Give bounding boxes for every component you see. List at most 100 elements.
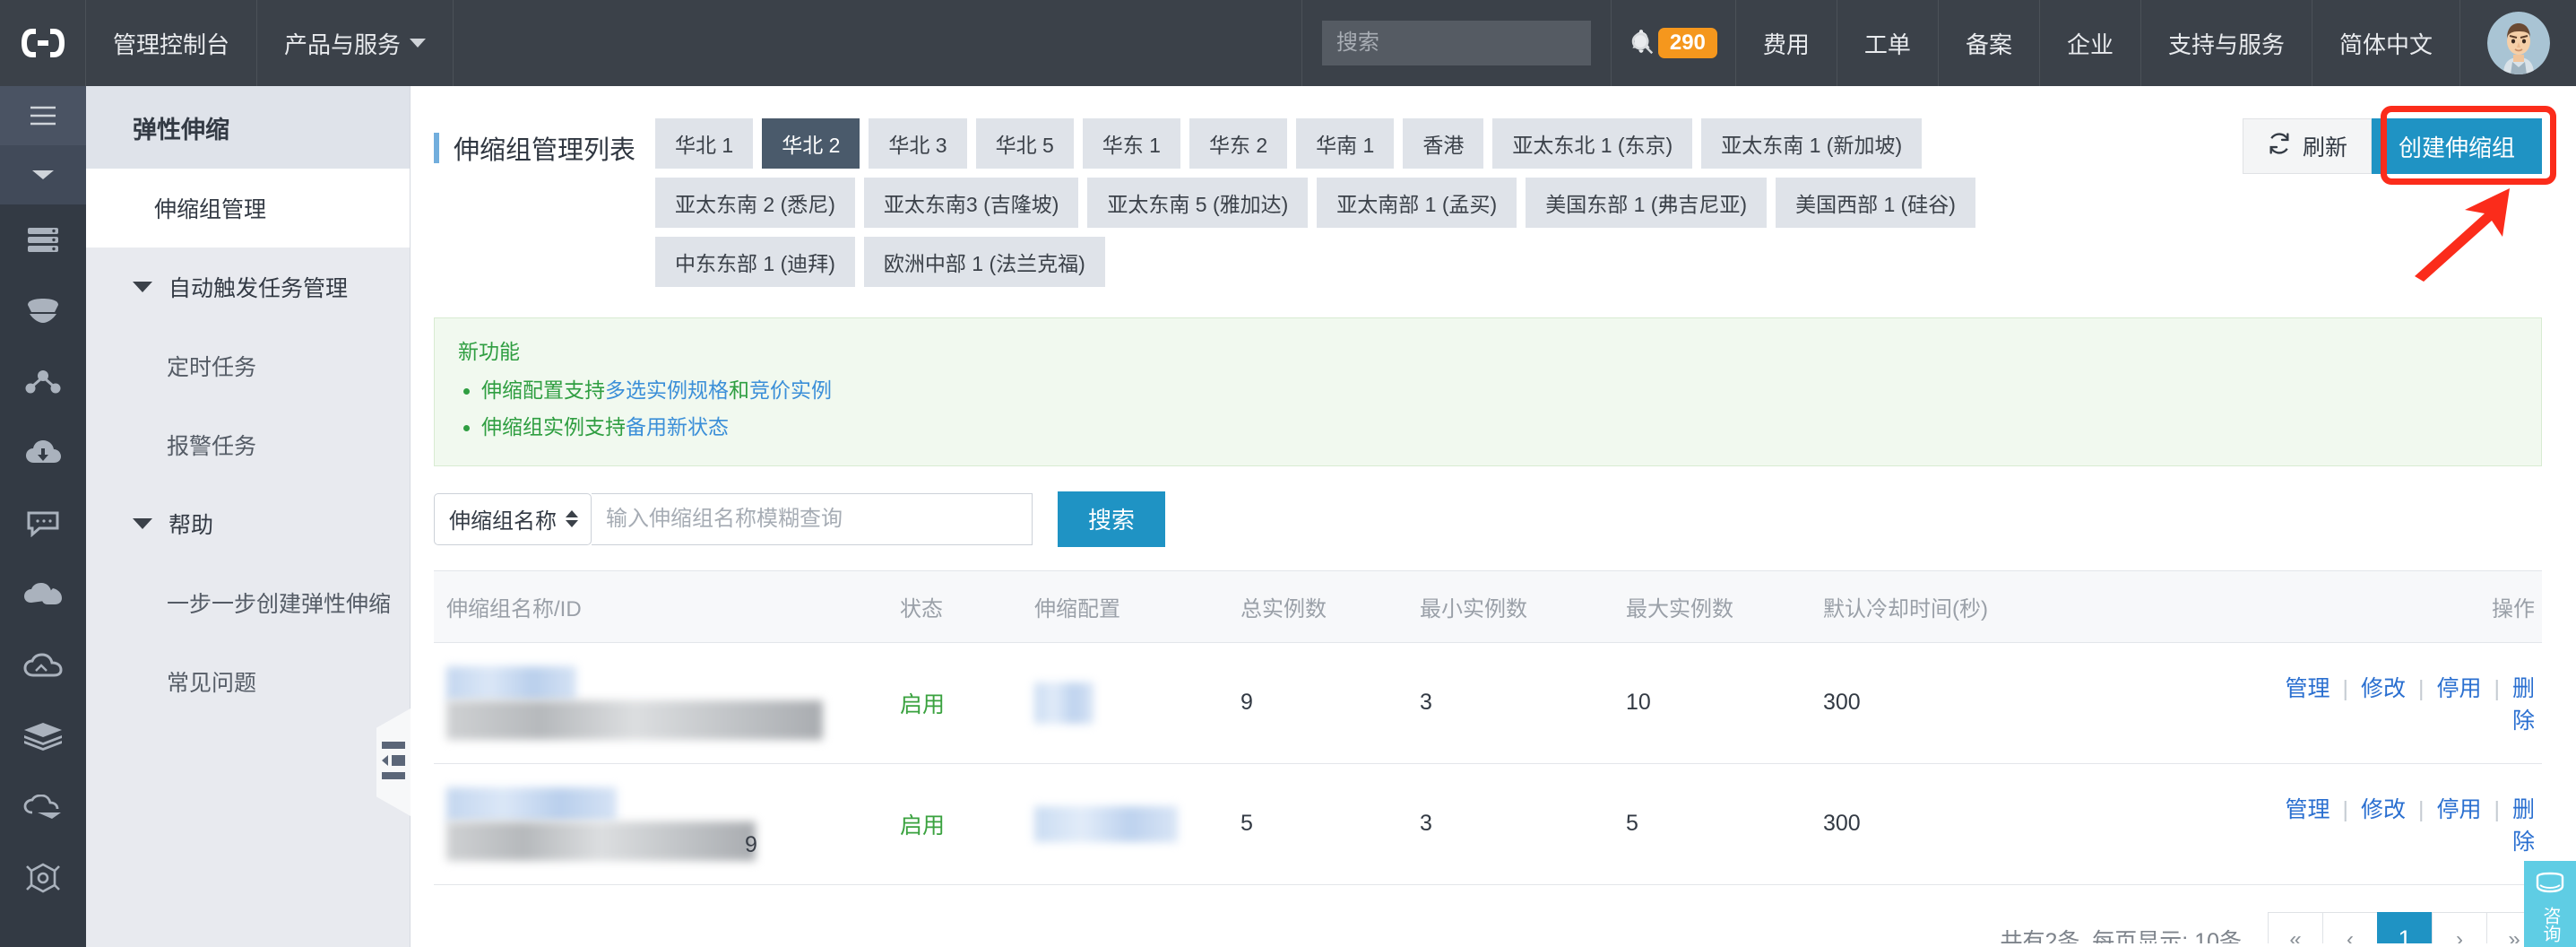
region-tab[interactable]: 亚太东北 1 (东京) [1492, 118, 1693, 169]
region-tab[interactable]: 华北 1 [655, 118, 754, 169]
rail-collapse-toggle[interactable] [0, 145, 86, 204]
global-search-box[interactable] [1321, 21, 1653, 65]
sidebar-group-auto-trigger-tasks[interactable]: 自动触发任务管理 [86, 248, 410, 326]
cell-scaling-config[interactable] [1034, 642, 1240, 764]
search-icon[interactable] [1629, 21, 1655, 65]
hamburger-menu-icon[interactable] [0, 86, 86, 145]
pagination-prev[interactable]: ‹ [2322, 911, 2378, 947]
region-tab[interactable]: 华北 5 [975, 118, 1074, 169]
refresh-button[interactable]: 刷新 [2242, 118, 2372, 174]
region-tab[interactable]: 亚太东南3 (吉隆坡) [863, 178, 1079, 228]
redacted-config [1034, 805, 1178, 842]
region-tab-label: 华北 5 [995, 134, 1054, 157]
region-tab[interactable]: 美国西部 1 (硅谷) [1776, 178, 1975, 228]
status-badge: 启用 [900, 812, 946, 838]
avatar [2486, 12, 2550, 74]
cell-name-id[interactable]: 9 [434, 763, 900, 885]
network-nodes-icon[interactable] [0, 346, 86, 417]
notice-link-standby-state[interactable]: 备用新状态 [626, 415, 729, 439]
filter-field-select[interactable]: 伸缩组名称 [434, 492, 592, 545]
region-tab[interactable]: 华东 2 [1189, 118, 1288, 169]
filter-search-button[interactable]: 搜索 [1058, 491, 1166, 547]
col-min: 最小实例数 [1420, 570, 1626, 643]
nav-management-console[interactable]: 管理控制台 [86, 0, 258, 86]
sidebar-item-alarm-task[interactable]: 报警任务 [86, 405, 410, 484]
op-delete-link[interactable]: 删除 [2512, 676, 2535, 734]
op-modify-link[interactable]: 修改 [2361, 676, 2406, 701]
col-total: 总实例数 [1240, 570, 1420, 643]
region-tab-label: 中东东部 1 (迪拜) [675, 252, 835, 275]
message-bubble-icon[interactable] [0, 488, 86, 559]
pagination-page-1[interactable]: 1 [2377, 911, 2433, 947]
notice-item-pre: 伸缩配置支持 [481, 378, 605, 402]
cloud-network-icon[interactable] [0, 559, 86, 630]
region-tab[interactable]: 华东 1 [1082, 118, 1180, 169]
sidebar-item-scaling-group[interactable]: 伸缩组管理 [86, 169, 410, 248]
nav-item-tickets[interactable]: 工单 [1837, 0, 1939, 86]
nav-item-support[interactable]: 支持与服务 [2141, 0, 2312, 86]
database-icon[interactable] [0, 275, 86, 346]
region-tab[interactable]: 亚太东南 1 (新加坡) [1701, 118, 1923, 169]
nav-item-language-label: 简体中文 [2338, 30, 2433, 58]
table-header: 伸缩组名称/ID 状态 伸缩配置 总实例数 最小实例数 最大实例数 默认冷却时间… [434, 570, 2542, 643]
feedback-float-widget[interactable]: 咨询 [2524, 861, 2576, 947]
notice-link-spot-instance[interactable]: 竞价实例 [749, 378, 832, 402]
op-separator: | [2342, 796, 2348, 822]
table-body: 启用 9 3 10 300 管理 | 修改 | 停用 | 删除 9 启用 5 3 5 300 管理 | 修改 | 停用 | 删除 [434, 642, 2542, 885]
cloud-upload-icon[interactable] [0, 417, 86, 488]
search-input[interactable] [1321, 21, 1629, 65]
region-tab[interactable]: 亚太东南 5 (雅加达) [1087, 178, 1309, 228]
op-delete-link[interactable]: 删除 [2512, 797, 2535, 855]
region-tab[interactable]: 美国东部 1 (弗吉尼亚) [1526, 178, 1768, 228]
notice-link-multi-spec[interactable]: 多选实例规格 [605, 378, 729, 402]
cloud-outline-icon[interactable] [0, 630, 86, 700]
op-disable-link[interactable]: 停用 [2436, 797, 2481, 822]
page-title: 伸缩组管理列表 [434, 118, 635, 167]
pagination-first[interactable]: « [2268, 911, 2323, 947]
region-tab[interactable]: 亚太东南 2 (悉尼) [655, 178, 855, 228]
sidebar-item-step-by-step[interactable]: 一步一步创建弹性伸缩 [86, 563, 410, 642]
region-tab[interactable]: 华北 2 [762, 118, 860, 169]
region-tab[interactable]: 欧洲中部 1 (法兰克福) [863, 237, 1105, 287]
cell-name-id[interactable] [434, 642, 900, 764]
feedback-cloud-icon [2532, 872, 2568, 901]
layers-icon[interactable] [0, 700, 86, 771]
region-tab[interactable]: 华南 1 [1296, 118, 1395, 169]
op-manage-link[interactable]: 管理 [2285, 676, 2330, 701]
product-sidebar: 弹性伸缩 伸缩组管理 自动触发任务管理 定时任务 报警任务 帮助 一步一步创建弹… [86, 86, 411, 947]
region-tab-label: 华东 1 [1102, 134, 1161, 157]
redacted-config [1034, 682, 1094, 724]
create-scaling-group-button[interactable]: 创建伸缩组 [2371, 118, 2542, 174]
sidebar-group-help[interactable]: 帮助 [86, 484, 410, 563]
notice-item-mid: 和 [729, 378, 749, 402]
brand-logo[interactable] [0, 0, 86, 86]
region-tab[interactable]: 亚太南部 1 (孟买) [1317, 178, 1517, 228]
filter-keyword-input[interactable] [592, 492, 1033, 545]
user-account-menu[interactable] [2460, 0, 2576, 86]
topbar-spacer [454, 0, 1302, 86]
redacted-name-id: 9 [446, 786, 900, 861]
cell-scaling-config[interactable] [1034, 763, 1240, 885]
nav-item-billing[interactable]: 费用 [1736, 0, 1837, 86]
sidebar-item-step-by-step-label: 一步一步创建弹性伸缩 [167, 592, 392, 617]
pagination-next[interactable]: › [2432, 911, 2487, 947]
refresh-button-label: 刷新 [2302, 135, 2347, 161]
sidebar-item-faq[interactable]: 常见问题 [86, 642, 410, 721]
region-tab[interactable]: 香港 [1403, 118, 1484, 169]
op-disable-link[interactable]: 停用 [2436, 676, 2481, 701]
op-manage-link[interactable]: 管理 [2285, 797, 2330, 822]
hexagon-settings-icon[interactable] [0, 842, 86, 913]
region-tab[interactable]: 华北 3 [869, 118, 967, 169]
nav-products-services[interactable]: 产品与服务 [257, 0, 454, 86]
sidebar-item-scheduled-task[interactable]: 定时任务 [86, 326, 410, 405]
nav-item-language[interactable]: 简体中文 [2312, 0, 2460, 86]
chevron-down-icon [410, 39, 427, 48]
server-stack-icon[interactable] [0, 204, 86, 275]
nav-item-icp[interactable]: 备案 [1939, 0, 2040, 86]
region-tab[interactable]: 中东东部 1 (迪拜) [655, 237, 855, 287]
cell-status: 启用 [900, 642, 1034, 764]
cloud-speed-icon[interactable] [0, 771, 86, 842]
op-modify-link[interactable]: 修改 [2361, 797, 2406, 822]
collapse-sidebar-icon[interactable] [376, 708, 411, 816]
nav-item-enterprise[interactable]: 企业 [2040, 0, 2141, 86]
